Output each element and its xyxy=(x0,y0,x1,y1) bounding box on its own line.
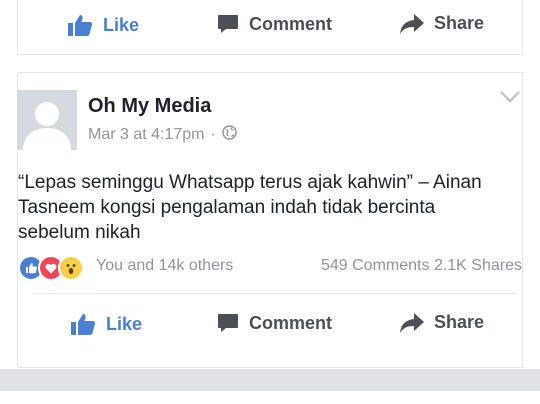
share-label: Share xyxy=(434,312,485,332)
feed-separator xyxy=(0,369,540,391)
share-icon xyxy=(400,312,424,333)
top-comment-button[interactable]: Comment xyxy=(217,13,332,35)
post-meta: Mar 3 at 4:17pm · xyxy=(88,125,237,145)
default-avatar-icon xyxy=(17,90,77,150)
top-like-button[interactable]: Like xyxy=(67,13,139,37)
comment-count[interactable]: 549 Comments xyxy=(321,257,430,274)
like-button[interactable]: Like xyxy=(70,312,142,336)
reaction-summary[interactable]: You and 14k others xyxy=(96,257,233,275)
like-label: Like xyxy=(106,313,143,334)
like-icon xyxy=(67,13,93,37)
globe-icon xyxy=(222,125,237,145)
comment-icon xyxy=(217,13,239,35)
comment-button[interactable]: Comment xyxy=(217,312,332,334)
share-button[interactable]: Share xyxy=(400,312,484,333)
share-count[interactable]: 2.1K Shares xyxy=(434,257,522,274)
share-icon xyxy=(400,13,424,34)
reaction-icons[interactable] xyxy=(18,255,84,281)
reaction-wow-icon xyxy=(58,255,84,281)
comment-icon xyxy=(217,312,239,334)
next-post-card-top xyxy=(0,391,540,404)
like-icon xyxy=(70,312,96,336)
top-share-button[interactable]: Share xyxy=(400,13,484,34)
comment-label: Comment xyxy=(249,312,333,333)
top-like-label: Like xyxy=(103,14,140,35)
top-share-label: Share xyxy=(434,13,485,33)
chevron-down-icon[interactable] xyxy=(499,90,521,109)
engagement-counts: 549 Comments 2.1K Shares xyxy=(321,257,522,275)
top-comment-label: Comment xyxy=(249,13,333,34)
meta-separator: · xyxy=(210,126,216,143)
page-avatar[interactable] xyxy=(17,90,77,150)
action-divider xyxy=(32,293,516,294)
post-date[interactable]: Mar 3 at 4:17pm xyxy=(88,126,205,144)
page-name[interactable]: Oh My Media xyxy=(88,95,211,118)
post-text: “Lepas seminggu Whatsapp terus ajak kahw… xyxy=(18,172,482,243)
